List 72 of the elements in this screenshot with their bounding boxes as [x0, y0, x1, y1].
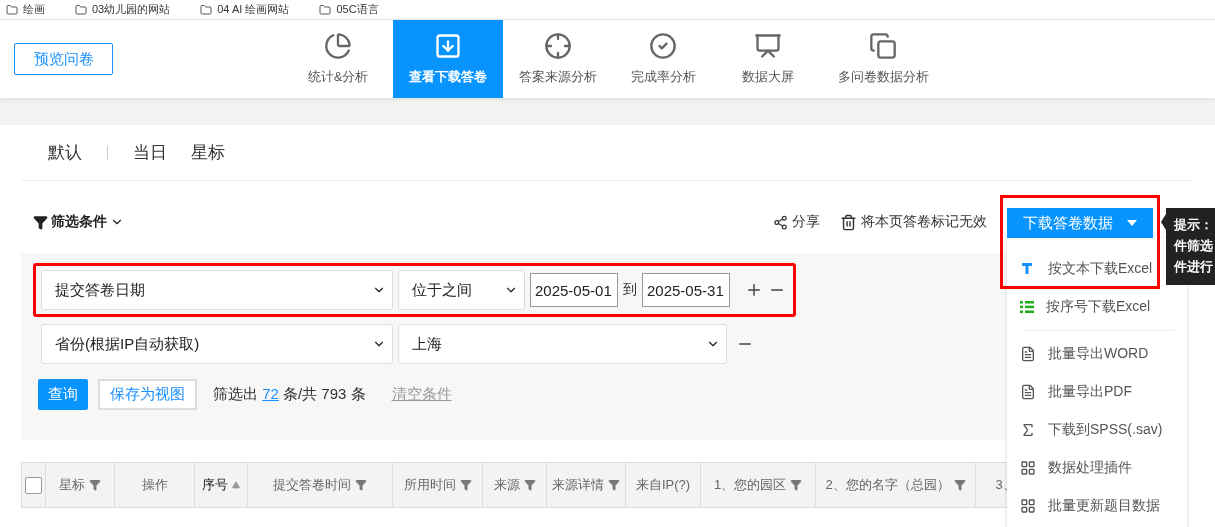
crosshair-icon: [544, 32, 572, 60]
folder-icon: [6, 3, 18, 16]
download-icon: [434, 32, 462, 60]
date-field[interactable]: 2025-05-31: [642, 273, 730, 307]
share-icon: [773, 214, 788, 230]
view-tab[interactable]: 星标: [191, 141, 225, 164]
monitor-chart-icon: [754, 32, 782, 60]
trash-icon: [840, 213, 857, 231]
add-icon[interactable]: [745, 281, 763, 299]
grid-icon: [1020, 460, 1036, 476]
column-header: 来源详情: [552, 476, 604, 494]
folder-icon: [319, 3, 332, 16]
folder-icon: [200, 3, 213, 16]
filter-icon: [33, 214, 48, 230]
column-header: 2、您的名字（总园）: [825, 476, 950, 494]
bookmark-link[interactable]: 绘画: [23, 2, 45, 17]
menu-item[interactable]: 批量导出WORD: [1007, 337, 1155, 371]
bookmark-link[interactable]: 05C语言: [336, 2, 379, 17]
column-header: 1、您的园区: [713, 476, 787, 494]
sort-icon[interactable]: [232, 481, 240, 489]
list-icon: [1020, 301, 1034, 313]
grid-icon: [1020, 498, 1036, 514]
filter-summary: 筛选出 72 条/共 793 条: [213, 385, 366, 404]
column-header: 星标: [59, 476, 85, 494]
filter-toggle[interactable]: 筛选条件: [33, 213, 124, 231]
column-header: 来自IP(?): [635, 476, 691, 494]
nav-tab[interactable]: 统计&分析: [283, 20, 393, 98]
share-link[interactable]: 分享: [773, 213, 820, 231]
folder-icon: [75, 3, 87, 16]
menu-item[interactable]: 按序号下载Excel: [1007, 290, 1157, 324]
pdf-document-icon: [1020, 384, 1036, 400]
filter-icon[interactable]: [355, 479, 367, 491]
value-select[interactable]: 上海: [398, 324, 727, 364]
check-circle-icon: [649, 32, 677, 60]
view-tab[interactable]: 当日: [133, 141, 167, 164]
nav-tab[interactable]: 多问卷数据分析: [823, 20, 943, 98]
menu-item[interactable]: 批量更新题目数据: [1007, 489, 1166, 523]
filter-icon[interactable]: [953, 479, 966, 491]
copy-icon: [869, 32, 897, 60]
filter-icon[interactable]: [790, 479, 803, 491]
column-header: 操作: [141, 476, 168, 494]
menu-item[interactable]: 批量导出PDF: [1007, 375, 1138, 409]
nav-tab[interactable]: 数据大屏: [713, 20, 823, 98]
column-header: 3、: [995, 476, 1010, 494]
column-header: 来源: [493, 476, 520, 494]
pie-chart-icon: [324, 32, 352, 60]
menu-item[interactable]: 按文本下载Excel: [1007, 252, 1159, 286]
nav-tab[interactable]: 答案来源分析: [503, 20, 613, 98]
caret-icon: [1127, 220, 1137, 226]
column-header: 提交答卷时间: [273, 476, 351, 494]
column-header: 所用时间: [403, 476, 456, 494]
bookmark-link[interactable]: 04 AI 绘画网站: [217, 2, 290, 17]
invalidate-link[interactable]: 将本页答卷标记无效: [840, 213, 987, 231]
select-all-checkbox[interactable]: [25, 476, 42, 494]
filter-icon[interactable]: [89, 479, 101, 491]
menu-item[interactable]: 下载到SPSS(.sav): [1007, 413, 1169, 447]
nav-tab[interactable]: 完成率分析: [613, 20, 713, 98]
view-tab[interactable]: 默认: [48, 141, 82, 164]
operator-select[interactable]: 位于之间: [398, 270, 525, 310]
date-field[interactable]: 2025-05-01: [530, 273, 618, 307]
word-document-icon: [1020, 346, 1036, 362]
sigma-icon: [1020, 422, 1036, 438]
tooltip: 提示： 件筛选 件进行: [1166, 208, 1215, 285]
filter-icon[interactable]: [523, 479, 536, 491]
filter-icon[interactable]: [459, 479, 472, 491]
menu-item[interactable]: 数据处理插件: [1007, 451, 1138, 485]
bookmark-link[interactable]: 03幼儿园的网站: [92, 2, 171, 17]
column-header: 序号: [202, 476, 228, 494]
field-select[interactable]: 省份(根据IP自动获取): [41, 324, 393, 364]
field-select[interactable]: 提交答卷日期: [41, 270, 393, 310]
filter-icon[interactable]: [608, 479, 620, 491]
range-separator: 到: [623, 281, 637, 299]
